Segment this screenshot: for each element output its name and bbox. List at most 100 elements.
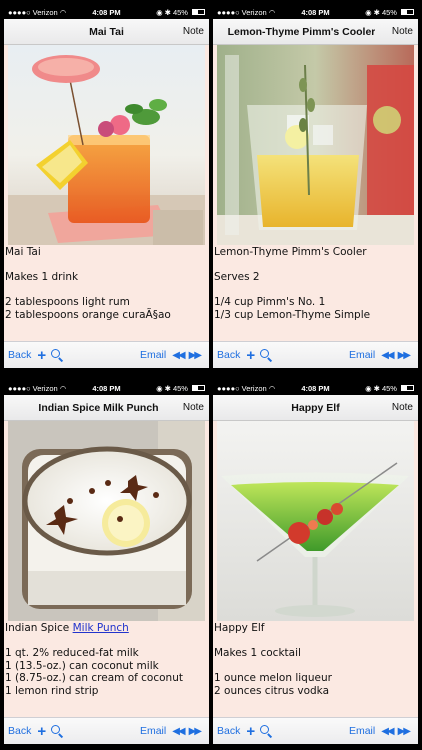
mai-tai-photo: [8, 45, 205, 245]
recipe-line: Happy Elf: [214, 622, 265, 634]
carrier-label: Verizon: [32, 383, 58, 393]
recipe-title-text: Indian Spice: [5, 622, 73, 634]
pimms-cooler-photo: [217, 45, 414, 245]
recipe-line: 1 lemon rind strip: [5, 684, 99, 697]
lock-icon: ◉: [156, 7, 163, 17]
email-button[interactable]: Email: [349, 349, 375, 361]
recipe-line: Makes 1 drink: [5, 271, 79, 283]
wifi-icon: ◠: [268, 383, 276, 393]
bottom-toolbar: Back + Email ◀◀ ▶▶: [4, 341, 209, 368]
bottom-toolbar: Back + Email ◀◀ ▶▶: [213, 717, 418, 744]
note-button[interactable]: Note: [183, 26, 204, 37]
add-button[interactable]: +: [37, 724, 46, 739]
bluetooth-icon: ✱: [373, 7, 380, 17]
next-recipe-button[interactable]: ▶▶: [189, 726, 202, 737]
carrier-label: Verizon: [32, 7, 58, 17]
recipe-line: Makes 1 cocktail: [214, 647, 301, 659]
add-button[interactable]: +: [246, 724, 255, 739]
happy-elf-photo: [217, 421, 414, 621]
bluetooth-icon: ✱: [164, 7, 171, 17]
recipe-photo: [8, 421, 205, 621]
recipe-line: 1 qt. 2% reduced-fat milk: [5, 647, 139, 659]
status-bar: ●●●●○ Verizon ◠ 4:08 PM ◉ ✱ 45%: [213, 5, 418, 19]
screen-pimms-cooler: ●●●●○ Verizon ◠ 4:08 PM ◉ ✱ 45% Lemon-Thyme …: [213, 5, 418, 368]
battery-label: 45%: [381, 7, 397, 17]
back-button[interactable]: Back: [8, 349, 31, 361]
status-time: 4:08 PM: [301, 383, 330, 393]
recipe-line: Serves 2: [214, 271, 260, 283]
status-time: 4:08 PM: [92, 7, 121, 17]
battery-icon: [400, 385, 414, 391]
recipe-line: Lemon-Thyme Pimm's Cooler: [214, 246, 367, 258]
note-button[interactable]: Note: [183, 402, 204, 413]
back-button[interactable]: Back: [8, 725, 31, 737]
status-bar: ●●●●○ Verizon ◠ 4:08 PM ◉ ✱ 45%: [4, 381, 209, 395]
recipe-photo: [217, 45, 414, 245]
bluetooth-icon: ✱: [164, 383, 171, 393]
milk-punch-photo: [8, 421, 205, 621]
nav-bar: Happy Elf Note: [213, 395, 418, 421]
battery-label: 45%: [172, 383, 188, 393]
wifi-icon: ◠: [59, 7, 67, 17]
recipe-line: 1 (8.75-oz.) can cream of coconut: [5, 672, 183, 684]
lock-icon: ◉: [156, 383, 163, 393]
signal-icon: ●●●●○: [8, 7, 31, 17]
previous-recipe-button[interactable]: ◀◀: [381, 726, 394, 737]
email-button[interactable]: Email: [140, 725, 166, 737]
nav-bar: Indian Spice Milk Punch Note: [4, 395, 209, 421]
lock-icon: ◉: [365, 7, 372, 17]
signal-icon: ●●●●○: [8, 383, 31, 393]
bottom-toolbar: Back + Email ◀◀ ▶▶: [4, 717, 209, 744]
recipe-text: Indian Spice Milk Punch 1 qt. 2% reduced…: [4, 621, 209, 717]
recipe-line: 2 tablespoons orange curaÃ§ao: [5, 308, 171, 321]
next-recipe-button[interactable]: ▶▶: [189, 350, 202, 361]
previous-recipe-button[interactable]: ◀◀: [172, 726, 185, 737]
search-icon[interactable]: [51, 725, 63, 737]
email-button[interactable]: Email: [140, 349, 166, 361]
previous-recipe-button[interactable]: ◀◀: [381, 350, 394, 361]
status-bar: ●●●●○ Verizon ◠ 4:08 PM ◉ ✱ 45%: [213, 381, 418, 395]
status-bar: ●●●●○ Verizon ◠ 4:08 PM ◉ ✱ 45%: [4, 5, 209, 19]
carrier-label: Verizon: [241, 7, 267, 17]
battery-icon: [191, 385, 205, 391]
add-button[interactable]: +: [246, 348, 255, 363]
note-button[interactable]: Note: [392, 402, 413, 413]
status-time: 4:08 PM: [92, 383, 121, 393]
recipe-line: 1/4 cup Pimm's No. 1: [214, 296, 326, 308]
signal-icon: ●●●●○: [217, 7, 240, 17]
nav-bar: Mai Tai Note: [4, 19, 209, 45]
page-title: Lemon-Thyme Pimm's Cooler: [227, 25, 376, 38]
page-title: Indian Spice Milk Punch: [38, 401, 159, 414]
next-recipe-button[interactable]: ▶▶: [398, 726, 411, 737]
page-title: Happy Elf: [291, 401, 340, 414]
milk-punch-link[interactable]: Milk Punch: [73, 622, 129, 634]
back-button[interactable]: Back: [217, 349, 240, 361]
screen-mai-tai: ●●●●○ Verizon ◠ 4:08 PM ◉ ✱ 45% Mai Tai Note: [4, 5, 209, 368]
search-icon[interactable]: [260, 349, 272, 361]
note-button[interactable]: Note: [392, 26, 413, 37]
search-icon[interactable]: [51, 349, 63, 361]
email-button[interactable]: Email: [349, 725, 375, 737]
previous-recipe-button[interactable]: ◀◀: [172, 350, 185, 361]
back-button[interactable]: Back: [217, 725, 240, 737]
search-icon[interactable]: [260, 725, 272, 737]
nav-bar: Lemon-Thyme Pimm's Cooler Note: [213, 19, 418, 45]
carrier-label: Verizon: [241, 383, 267, 393]
battery-label: 45%: [172, 7, 188, 17]
bottom-toolbar: Back + Email ◀◀ ▶▶: [213, 341, 418, 368]
recipe-line: 1 (13.5-oz.) can coconut milk: [5, 659, 159, 672]
recipe-line: Mai Tai: [5, 246, 41, 258]
recipe-text: Mai Tai Makes 1 drink 2 tablespoons ligh…: [4, 245, 209, 341]
recipe-line: 1 ounce melon liqueur: [214, 672, 332, 684]
recipe-photo: [8, 45, 205, 245]
next-recipe-button[interactable]: ▶▶: [398, 350, 411, 361]
add-button[interactable]: +: [37, 348, 46, 363]
recipe-text: Happy Elf Makes 1 cocktail 1 ounce melon…: [213, 621, 418, 717]
recipe-line: 2 ounces citrus vodka: [214, 684, 330, 697]
screen-happy-elf: ●●●●○ Verizon ◠ 4:08 PM ◉ ✱ 45% Happy Elf No…: [213, 381, 418, 744]
wifi-icon: ◠: [268, 7, 276, 17]
recipe-photo: [217, 421, 414, 621]
wifi-icon: ◠: [59, 383, 67, 393]
status-time: 4:08 PM: [301, 7, 330, 17]
recipe-text: Lemon-Thyme Pimm's Cooler Serves 2 1/4 c…: [213, 245, 418, 341]
